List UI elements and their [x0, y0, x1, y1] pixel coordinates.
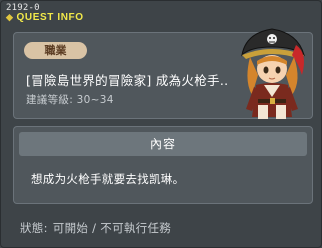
job-badge: 職業 — [24, 42, 87, 59]
quest-status: 狀態: 可開始 / 不可執行任務 — [20, 220, 176, 236]
quest-info-window: 2192-0 ◆ QUEST INFO 職業 [冒險島世界的冒險家] 成為火枪手.… — [0, 0, 322, 248]
window-title-text: QUEST INFO — [16, 12, 84, 23]
content-header: 內容 — [19, 132, 307, 156]
quest-title: [冒險島世界的冒險家] 成為火枪手.. — [26, 73, 229, 88]
title-diamond-icon: ◆ — [6, 12, 14, 22]
status-value: 可開始 / 不可執行任務 — [52, 221, 172, 235]
status-label: 狀態: — [20, 221, 48, 235]
quest-content-panel: 內容 想成为火枪手就要去找凯琳。 — [13, 126, 313, 204]
recommended-level: 建議等級: 30~34 — [26, 94, 114, 106]
pirate-npc-portrait-icon — [241, 28, 305, 119]
quest-summary-panel: 職業 [冒險島世界的冒險家] 成為火枪手.. 建議等級: 30~34 — [13, 28, 313, 119]
content-description: 想成为火枪手就要去找凯琳。 — [31, 172, 185, 186]
window-title: ◆ QUEST INFO — [6, 12, 84, 23]
